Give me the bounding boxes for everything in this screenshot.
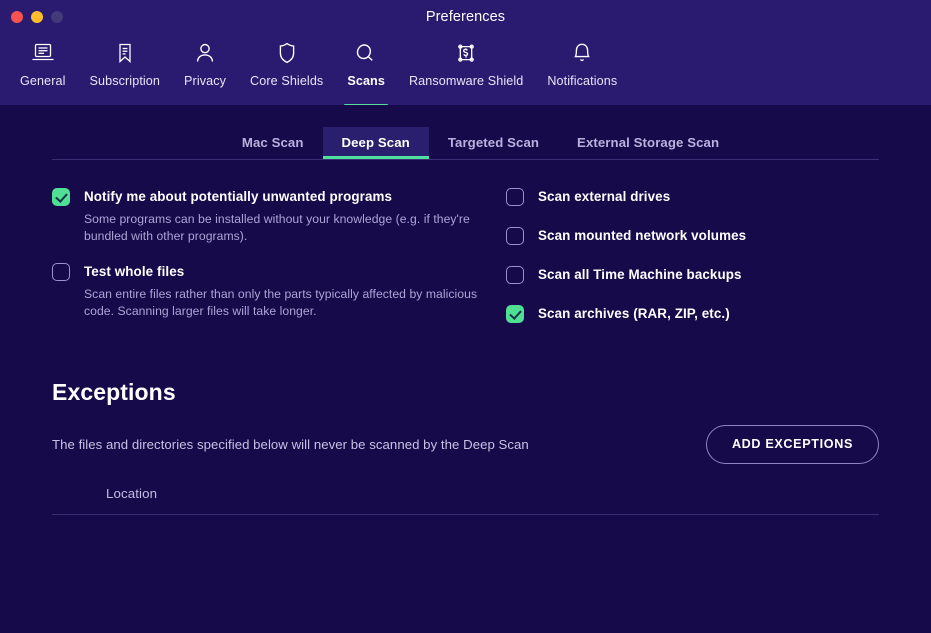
- option-test-whole-files: Test whole files Scan entire files rathe…: [52, 262, 482, 319]
- option-scan-time-machine-backups: Scan all Time Machine backups: [506, 265, 879, 284]
- option-description: Some programs can be installed without y…: [84, 212, 470, 243]
- title-bar: Preferences: [0, 0, 931, 34]
- checkbox-scan-archives[interactable]: [506, 305, 524, 323]
- toolbar-item-scans[interactable]: Scans: [335, 34, 397, 108]
- toolbar-item-label: Ransomware Shield: [408, 74, 524, 88]
- toolbar-item-general[interactable]: General: [8, 34, 78, 105]
- option-label: Notify me about potentially unwanted pro…: [84, 189, 393, 204]
- toolbar-item-label: General: [20, 74, 66, 88]
- option-label: Scan all Time Machine backups: [538, 267, 742, 282]
- window-title: Preferences: [425, 9, 506, 25]
- bell-icon: [569, 39, 595, 67]
- option-scan-mounted-network-volumes: Scan mounted network volumes: [506, 226, 879, 245]
- scan-options-left-column: Notify me about potentially unwanted pro…: [52, 187, 482, 343]
- option-description: Scan entire files rather than only the p…: [84, 287, 478, 318]
- subtab-mac-scan[interactable]: Mac Scan: [223, 127, 323, 159]
- magnifier-icon: [353, 39, 379, 67]
- scan-options: Notify me about potentially unwanted pro…: [0, 160, 931, 343]
- preferences-content: Mac Scan Deep Scan Targeted Scan Externa…: [0, 105, 931, 633]
- subtab-label: Mac Scan: [241, 135, 304, 150]
- traffic-lights: [11, 11, 63, 23]
- shield-icon: [274, 39, 300, 67]
- checkbox-scan-mounted-network-volumes[interactable]: [506, 227, 524, 245]
- money-lock-icon: [453, 39, 479, 67]
- document-laptop-icon: [30, 39, 56, 67]
- checkbox-scan-time-machine-backups[interactable]: [506, 266, 524, 284]
- toolbar-item-core-shields[interactable]: Core Shields: [238, 34, 335, 105]
- option-scan-archives: Scan archives (RAR, ZIP, etc.): [506, 304, 879, 323]
- subtab-deep-scan[interactable]: Deep Scan: [322, 127, 429, 159]
- zoom-window-button[interactable]: [51, 11, 63, 23]
- exceptions-description: The files and directories specified belo…: [52, 437, 529, 452]
- option-label: Scan external drives: [538, 189, 671, 204]
- subtab-external-storage-scan[interactable]: External Storage Scan: [558, 127, 738, 159]
- person-icon: [192, 39, 218, 67]
- scan-subtabs-wrapper: Mac Scan Deep Scan Targeted Scan Externa…: [0, 105, 931, 160]
- exceptions-table-divider: [52, 514, 879, 515]
- bookmark-icon: [112, 39, 138, 67]
- option-label: Test whole files: [84, 264, 185, 279]
- exceptions-table-header: Location: [52, 486, 879, 514]
- toolbar-item-label: Privacy: [184, 74, 227, 88]
- option-notify-pup: Notify me about potentially unwanted pro…: [52, 187, 482, 244]
- subtab-label: Deep Scan: [341, 135, 410, 150]
- toolbar-item-label: Scans: [347, 74, 385, 88]
- minimize-window-button[interactable]: [31, 11, 43, 23]
- active-indicator: [322, 156, 429, 159]
- toolbar-item-label: Notifications: [547, 74, 618, 88]
- option-scan-external-drives: Scan external drives: [506, 187, 879, 206]
- checkbox-test-whole-files[interactable]: [52, 263, 70, 281]
- checkbox-notify-pup[interactable]: [52, 188, 70, 206]
- option-label: Scan mounted network volumes: [538, 228, 747, 243]
- exceptions-heading: Exceptions: [52, 379, 176, 405]
- toolbar-item-ransomware-shield[interactable]: Ransomware Shield: [397, 34, 535, 105]
- toolbar-item-subscription[interactable]: Subscription: [78, 34, 173, 105]
- preferences-toolbar: General Subscription Privacy Core Shield…: [0, 34, 931, 108]
- exceptions-section: Exceptions The files and directories spe…: [0, 343, 931, 515]
- toolbar-item-label: Core Shields: [250, 74, 324, 88]
- toolbar-item-notifications[interactable]: Notifications: [535, 34, 629, 105]
- subtab-targeted-scan[interactable]: Targeted Scan: [429, 127, 558, 159]
- exceptions-header-row: The files and directories specified belo…: [52, 425, 879, 464]
- checkbox-scan-external-drives[interactable]: [506, 188, 524, 206]
- add-exceptions-button[interactable]: ADD EXCEPTIONS: [705, 425, 879, 464]
- column-header-location: Location: [106, 486, 158, 501]
- subtab-label: External Storage Scan: [577, 135, 720, 150]
- toolbar-item-privacy[interactable]: Privacy: [172, 34, 238, 105]
- preferences-window: Preferences General Subscription Privacy…: [0, 0, 931, 633]
- toolbar-item-label: Subscription: [89, 74, 161, 88]
- close-window-button[interactable]: [11, 11, 23, 23]
- scan-subtabs: Mac Scan Deep Scan Targeted Scan Externa…: [0, 127, 931, 159]
- exceptions-table: Location: [52, 486, 879, 515]
- option-label: Scan archives (RAR, ZIP, etc.): [538, 306, 730, 321]
- subtab-label: Targeted Scan: [447, 135, 540, 150]
- scan-options-right-column: Scan external drives Scan mounted networ…: [482, 187, 879, 343]
